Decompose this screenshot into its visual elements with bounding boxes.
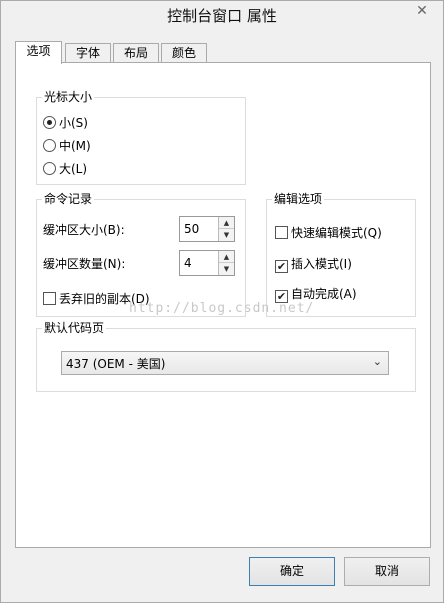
chevron-down-icon[interactable]: ⌄ (373, 355, 382, 368)
radio-cursor-medium[interactable]: 中(M) (43, 137, 91, 155)
title-bar[interactable]: 控制台窗口 属性 ✕ (1, 1, 443, 31)
cursor-size-legend: 光标大小 (42, 90, 95, 104)
radio-cursor-large[interactable]: 大(L) (43, 160, 87, 178)
stepper-buttons: ▲ ▼ (218, 217, 234, 241)
codepage-selected-value: 437 (OEM - 美国) (66, 357, 166, 371)
properties-window: 控制台窗口 属性 ✕ 选项 字体 布局 颜色 光标大小 小(S) 中(M) 大(… (0, 0, 444, 603)
command-history-group: 命令记录 缓冲区大小(B): 50 ▲ ▼ 缓冲区数量(N): 4 ▲ ▼ 丢弃… (36, 192, 246, 317)
stepper-down-icon[interactable]: ▼ (219, 229, 234, 241)
edit-options-group: 编辑选项 快速编辑模式(Q) ✔ 插入模式(I) ✔ 自动完成(A) (266, 192, 416, 317)
edit-options-legend: 编辑选项 (272, 192, 325, 206)
buffer-size-stepper[interactable]: 50 ▲ ▼ (179, 216, 235, 242)
stepper-up-icon[interactable]: ▲ (219, 217, 234, 229)
checkbox-icon[interactable] (275, 226, 288, 239)
default-codepage-legend: 默认代码页 (42, 321, 107, 335)
ok-button[interactable]: 确定 (249, 557, 335, 586)
radio-label: 大(L) (59, 162, 88, 176)
checkbox-label: 快速编辑模式(Q) (291, 226, 382, 240)
command-history-legend: 命令记录 (42, 192, 95, 206)
cancel-button[interactable]: 取消 (344, 557, 430, 586)
stepper-buttons: ▲ ▼ (218, 251, 234, 275)
tab-colors[interactable]: 颜色 (161, 43, 207, 63)
window-title: 控制台窗口 属性 (167, 7, 277, 25)
quick-edit-checkbox[interactable]: 快速编辑模式(Q) (275, 224, 382, 242)
codepage-dropdown[interactable]: 437 (OEM - 美国) ⌄ (61, 351, 389, 375)
checkmark-icon[interactable]: ✔ (275, 260, 288, 273)
tab-layout[interactable]: 布局 (113, 43, 159, 63)
buffer-count-label: 缓冲区数量(N): (43, 257, 126, 271)
watermark-text: http://blog.csdn.net/ (129, 301, 315, 316)
insert-mode-checkbox[interactable]: ✔ 插入模式(I) (275, 255, 352, 273)
tab-strip: 选项 字体 布局 颜色 (15, 41, 431, 64)
radio-button-icon[interactable] (43, 139, 56, 152)
buffer-size-label: 缓冲区大小(B): (43, 223, 125, 237)
stepper-down-icon[interactable]: ▼ (219, 263, 234, 275)
radio-label: 小(S) (59, 116, 88, 130)
radio-button-icon[interactable] (43, 116, 56, 129)
default-codepage-group: 默认代码页 437 (OEM - 美国) ⌄ (36, 321, 416, 392)
buffer-size-value[interactable]: 50 (184, 221, 199, 237)
close-icon[interactable]: ✕ (407, 1, 437, 22)
buffer-count-value[interactable]: 4 (184, 255, 192, 271)
radio-cursor-small[interactable]: 小(S) (43, 114, 88, 132)
stepper-up-icon[interactable]: ▲ (219, 251, 234, 263)
tab-options[interactable]: 选项 (15, 41, 62, 64)
tab-font[interactable]: 字体 (65, 43, 111, 63)
radio-button-icon[interactable] (43, 162, 56, 175)
checkbox-label: 插入模式(I) (291, 257, 352, 271)
checkbox-label: 自动完成(A) (291, 287, 357, 301)
radio-label: 中(M) (59, 139, 91, 153)
buffer-count-stepper[interactable]: 4 ▲ ▼ (179, 250, 235, 276)
cursor-size-group: 光标大小 小(S) 中(M) 大(L) (36, 90, 246, 185)
checkbox-icon[interactable] (43, 292, 56, 305)
